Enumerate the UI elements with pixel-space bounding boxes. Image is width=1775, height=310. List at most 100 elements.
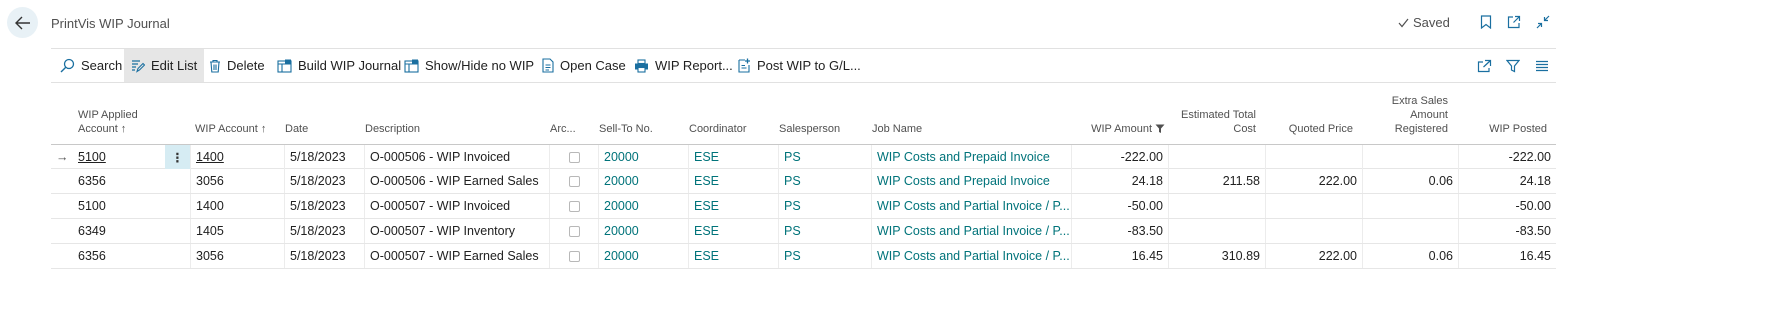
col-header-sell-to-no[interactable]: Sell-To No. <box>599 92 689 144</box>
cell-quoted-price[interactable] <box>1266 145 1363 169</box>
cell-salesperson[interactable]: PS <box>779 244 872 268</box>
archived-checkbox[interactable] <box>568 250 580 262</box>
cell-wip-amount[interactable]: 24.18 <box>1072 169 1169 193</box>
row-actions-button[interactable]: ⋮ <box>165 145 191 169</box>
cell-estimated-total-cost[interactable] <box>1169 145 1266 169</box>
post-wip-to-gl-button[interactable]: Post WIP to G/L... <box>731 49 868 82</box>
cell-salesperson[interactable]: PS <box>779 219 872 243</box>
build-wip-journal-button[interactable]: Build WIP Journal <box>270 49 408 82</box>
cell-extra-sales-amount[interactable]: 0.06 <box>1363 244 1459 268</box>
list-view-icon[interactable] <box>1533 57 1551 75</box>
cell-salesperson[interactable]: PS <box>779 145 872 169</box>
cell-wip-amount[interactable]: 16.45 <box>1072 244 1169 268</box>
cell-wip-posted[interactable]: 16.45 <box>1459 244 1556 268</box>
col-header-extra-sales-amount-registered[interactable]: Extra Sales Amount Registered <box>1362 92 1448 144</box>
filter-icon[interactable] <box>1504 57 1522 75</box>
cell-wip-account[interactable]: 1405 <box>191 219 285 243</box>
cell-sell-to-no[interactable]: 20000 <box>599 219 689 243</box>
cell-wip-applied-account[interactable]: 5100 <box>73 194 165 218</box>
share-icon[interactable] <box>1475 57 1493 75</box>
cell-coordinator[interactable]: ESE <box>689 194 779 218</box>
cell-wip-account[interactable]: 1400 <box>191 145 285 169</box>
wip-report-button[interactable]: WIP Report... <box>627 49 740 82</box>
cell-extra-sales-amount[interactable] <box>1363 145 1459 169</box>
cell-quoted-price[interactable] <box>1266 219 1363 243</box>
cell-coordinator[interactable]: ESE <box>689 219 779 243</box>
cell-sell-to-no[interactable]: 20000 <box>599 244 689 268</box>
col-header-estimated-total-cost[interactable]: Estimated Total Cost <box>1168 92 1256 144</box>
table-row[interactable]: 5100 1400 5/18/2023 O-000507 - WIP Invoi… <box>51 194 1556 219</box>
cell-date[interactable]: 5/18/2023 <box>285 145 365 169</box>
cell-archived[interactable] <box>550 145 599 169</box>
bookmark-icon[interactable] <box>1477 13 1495 31</box>
open-new-window-icon[interactable] <box>1505 13 1523 31</box>
cell-wip-account[interactable]: 1400 <box>191 194 285 218</box>
cell-job-name[interactable]: WIP Costs and Partial Invoice / P... <box>872 244 1072 268</box>
col-header-wip-account[interactable]: WIP Account ↑ <box>195 92 285 144</box>
collapse-icon[interactable] <box>1534 13 1552 31</box>
cell-date[interactable]: 5/18/2023 <box>285 244 365 268</box>
table-row[interactable]: 6349 1405 5/18/2023 O-000507 - WIP Inven… <box>51 219 1556 244</box>
cell-wip-posted[interactable]: -222.00 <box>1459 145 1556 169</box>
cell-estimated-total-cost[interactable] <box>1169 219 1266 243</box>
cell-description[interactable]: O-000506 - WIP Earned Sales <box>365 169 550 193</box>
cell-sell-to-no[interactable]: 20000 <box>599 194 689 218</box>
cell-description[interactable]: O-000506 - WIP Invoiced <box>365 145 550 169</box>
search-button[interactable]: Search <box>53 49 129 82</box>
cell-job-name[interactable]: WIP Costs and Prepaid Invoice <box>872 169 1072 193</box>
cell-wip-posted[interactable]: -50.00 <box>1459 194 1556 218</box>
show-hide-no-wip-button[interactable]: Show/Hide no WIP <box>397 49 541 82</box>
back-button[interactable] <box>7 7 38 38</box>
cell-wip-amount[interactable]: -83.50 <box>1072 219 1169 243</box>
cell-description[interactable]: O-000507 - WIP Earned Sales <box>365 244 550 268</box>
cell-archived[interactable] <box>550 244 599 268</box>
cell-wip-applied-account[interactable]: 6356 <box>73 169 165 193</box>
cell-extra-sales-amount[interactable] <box>1363 194 1459 218</box>
archived-checkbox[interactable] <box>568 225 580 237</box>
cell-wip-applied-account[interactable]: 5100 <box>73 145 165 169</box>
table-row[interactable]: → 5100 ⋮ 1400 5/18/2023 O-000506 - WIP I… <box>51 144 1556 169</box>
table-row[interactable]: 6356 3056 5/18/2023 O-000507 - WIP Earne… <box>51 244 1556 269</box>
archived-checkbox[interactable] <box>568 200 580 212</box>
cell-sell-to-no[interactable]: 20000 <box>599 145 689 169</box>
cell-quoted-price[interactable]: 222.00 <box>1266 244 1363 268</box>
cell-job-name[interactable]: WIP Costs and Prepaid Invoice <box>872 145 1072 169</box>
col-header-description[interactable]: Description <box>365 92 550 144</box>
col-header-wip-posted[interactable]: WIP Posted <box>1459 92 1547 144</box>
cell-wip-amount[interactable]: -222.00 <box>1072 145 1169 169</box>
col-header-job-name[interactable]: Job Name <box>872 92 1067 144</box>
cell-estimated-total-cost[interactable] <box>1169 194 1266 218</box>
col-header-quoted-price[interactable]: Quoted Price <box>1265 92 1353 144</box>
cell-archived[interactable] <box>550 219 599 243</box>
cell-wip-posted[interactable]: -83.50 <box>1459 219 1556 243</box>
cell-description[interactable]: O-000507 - WIP Inventory <box>365 219 550 243</box>
cell-date[interactable]: 5/18/2023 <box>285 169 365 193</box>
cell-archived[interactable] <box>550 194 599 218</box>
col-header-archived[interactable]: Arc... <box>550 92 598 144</box>
cell-extra-sales-amount[interactable]: 0.06 <box>1363 169 1459 193</box>
edit-list-button[interactable]: Edit List <box>124 49 205 82</box>
cell-job-name[interactable]: WIP Costs and Partial Invoice / P... <box>872 194 1072 218</box>
cell-quoted-price[interactable]: 222.00 <box>1266 169 1363 193</box>
cell-coordinator[interactable]: ESE <box>689 145 779 169</box>
cell-date[interactable]: 5/18/2023 <box>285 219 365 243</box>
cell-description[interactable]: O-000507 - WIP Invoiced <box>365 194 550 218</box>
cell-date[interactable]: 5/18/2023 <box>285 194 365 218</box>
cell-job-name[interactable]: WIP Costs and Partial Invoice / P... <box>872 219 1072 243</box>
cell-extra-sales-amount[interactable] <box>1363 219 1459 243</box>
cell-archived[interactable] <box>550 169 599 193</box>
cell-wip-applied-account[interactable]: 6356 <box>73 244 165 268</box>
cell-wip-applied-account[interactable]: 6349 <box>73 219 165 243</box>
archived-checkbox[interactable] <box>568 151 580 163</box>
table-row[interactable]: 6356 3056 5/18/2023 O-000506 - WIP Earne… <box>51 169 1556 194</box>
col-header-coordinator[interactable]: Coordinator <box>689 92 779 144</box>
cell-wip-posted[interactable]: 24.18 <box>1459 169 1556 193</box>
cell-wip-amount[interactable]: -50.00 <box>1072 194 1169 218</box>
col-header-wip-applied-account[interactable]: WIP Applied Account ↑ <box>78 92 188 144</box>
col-header-wip-amount[interactable]: WIP Amount <box>1071 92 1165 144</box>
cell-coordinator[interactable]: ESE <box>689 169 779 193</box>
open-case-button[interactable]: Open Case <box>535 49 633 82</box>
col-header-salesperson[interactable]: Salesperson <box>779 92 871 144</box>
archived-checkbox[interactable] <box>568 175 580 187</box>
cell-coordinator[interactable]: ESE <box>689 244 779 268</box>
